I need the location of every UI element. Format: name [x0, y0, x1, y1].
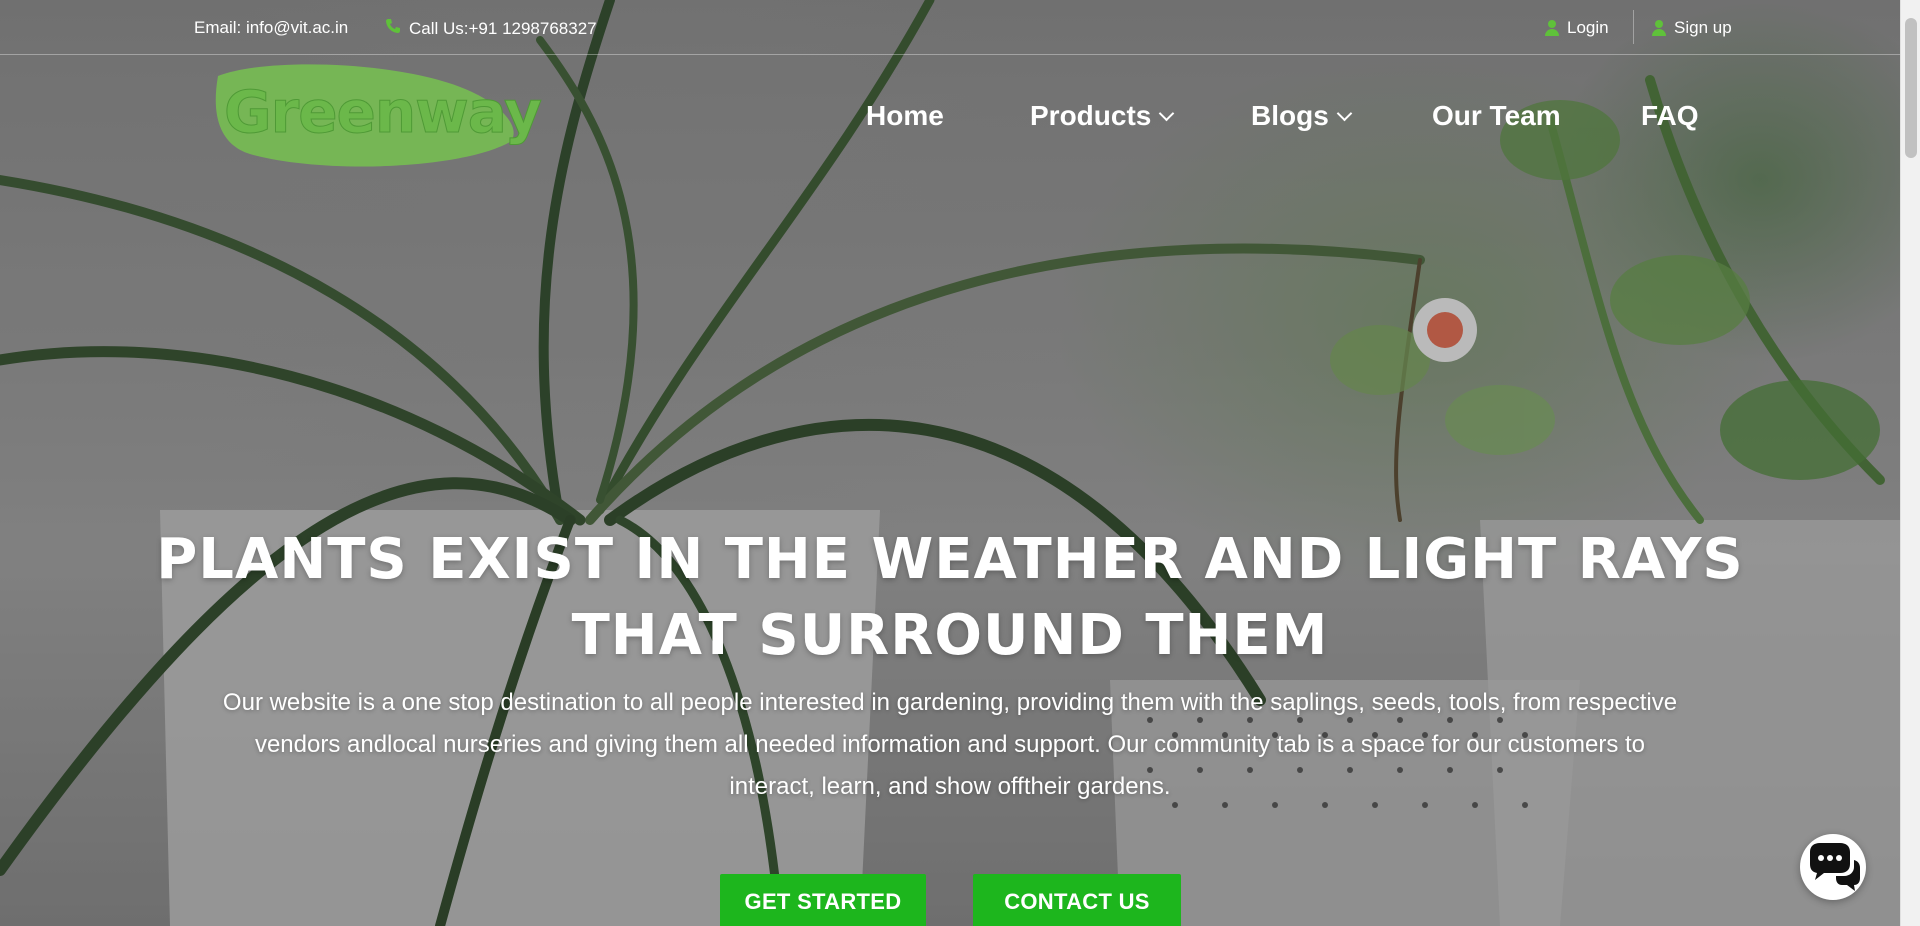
- get-started-button[interactable]: GET STARTED: [720, 874, 926, 926]
- nav-home-label: Home: [866, 100, 944, 131]
- login-label: Login: [1567, 18, 1609, 37]
- nav-our-team[interactable]: Our Team: [1432, 100, 1561, 132]
- signup-label: Sign up: [1674, 18, 1732, 37]
- logo-text: Greenway: [224, 78, 543, 147]
- hero-headline: PLANTS EXIST IN THE WEATHER AND LIGHT RA…: [150, 522, 1750, 674]
- chat-widget-button[interactable]: [1800, 834, 1866, 900]
- chat-bubbles-icon: [1810, 843, 1860, 891]
- user-icon: [1652, 20, 1666, 36]
- nav-products-label: Products: [1030, 100, 1152, 131]
- headline-line-1: PLANTS EXIST IN THE WEATHER AND LIGHT RA…: [156, 527, 1744, 592]
- phone-icon: [385, 18, 401, 39]
- topbar-divider: [1633, 10, 1634, 44]
- nav-home[interactable]: Home: [866, 100, 944, 132]
- user-icon: [1545, 20, 1559, 36]
- contact-phone[interactable]: Call Us:+91 1298768327: [385, 18, 597, 39]
- contact-us-button[interactable]: CONTACT US: [973, 874, 1181, 926]
- login-link[interactable]: Login: [1545, 18, 1609, 38]
- headline-line-2: THAT SURROUND THEM: [571, 603, 1329, 668]
- scrollbar-thumb[interactable]: [1905, 18, 1917, 158]
- nav-blogs[interactable]: Blogs: [1251, 100, 1353, 132]
- chevron-down-icon: [1159, 105, 1175, 121]
- top-bar: Email: info@vit.ac.in Call Us:+91 129876…: [0, 0, 1900, 55]
- phone-text: Call Us:+91 1298768327: [409, 18, 597, 38]
- nav-faq-label: FAQ: [1641, 100, 1699, 131]
- desc-line-1: Our website is a one stop destination to…: [222, 689, 1678, 716]
- hero-description: Our website is a one stop destination to…: [190, 682, 1710, 808]
- chevron-down-icon: [1336, 105, 1353, 121]
- contact-email[interactable]: Email: info@vit.ac.in: [194, 18, 348, 38]
- signup-link[interactable]: Sign up: [1652, 18, 1732, 38]
- desc-line-3: interact, learn, and show offtheir garde…: [729, 773, 1171, 800]
- email-text: Email: info@vit.ac.in: [194, 18, 349, 37]
- nav-faq[interactable]: FAQ: [1641, 100, 1699, 132]
- desc-line-2: vendors andlocal nurseries and giving th…: [254, 731, 1646, 758]
- nav-products[interactable]: Products: [1030, 100, 1175, 132]
- brand-logo[interactable]: Greenway: [210, 60, 542, 170]
- page-scrollbar[interactable]: [1900, 0, 1920, 926]
- nav-blogs-label: Blogs: [1251, 100, 1329, 131]
- nav-team-label: Our Team: [1432, 100, 1561, 131]
